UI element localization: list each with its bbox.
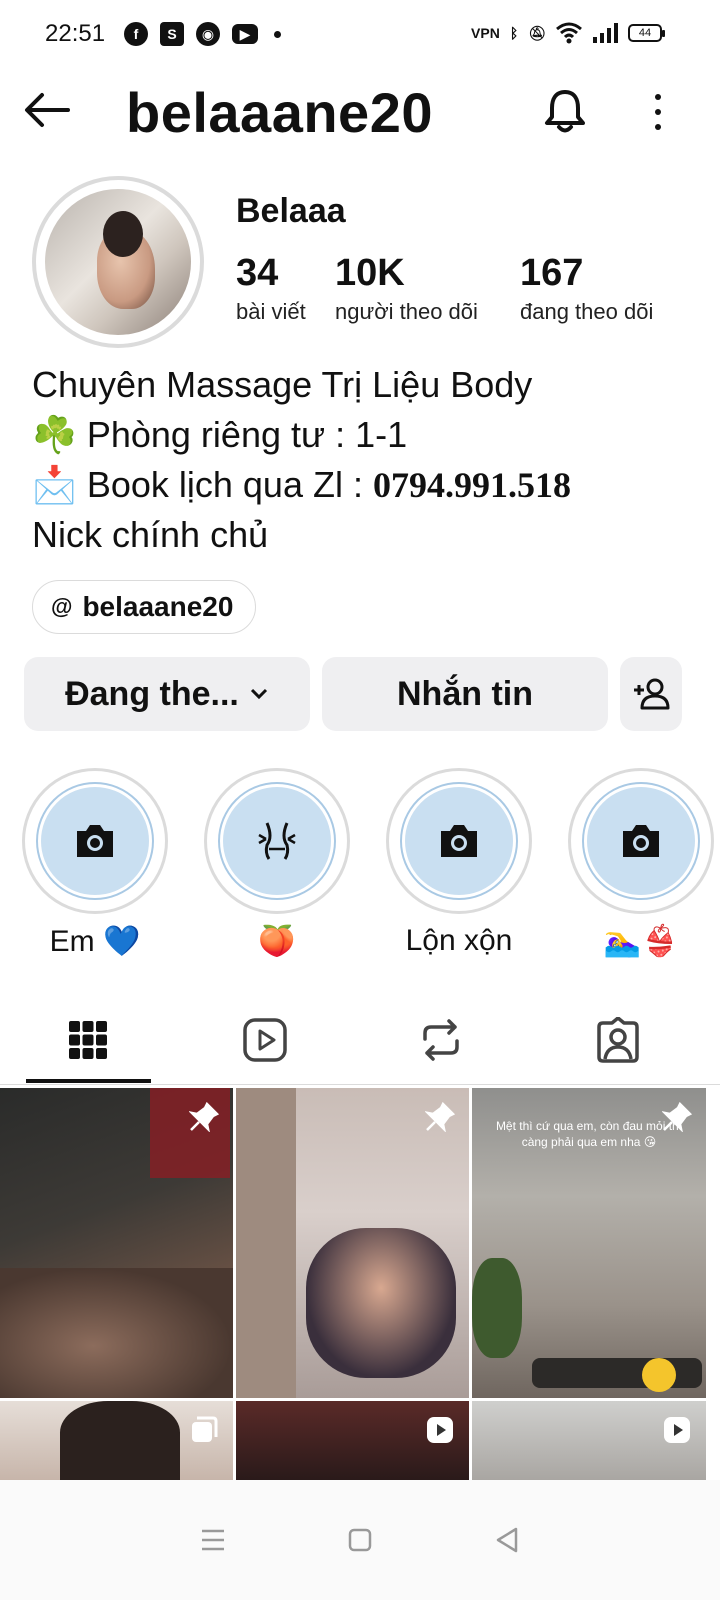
following-label: đang theo dõi — [520, 299, 654, 324]
followers-stat[interactable]: 10K người theo dõi — [335, 252, 478, 325]
inbox-tray-icon: 📩 — [32, 464, 77, 505]
profile-tabs — [0, 1000, 720, 1085]
reel-icon — [660, 1413, 694, 1447]
page-title: belaaane20 — [126, 81, 433, 144]
post-tile-1[interactable] — [0, 1088, 233, 1398]
bio-line-3: 📩 Book lịch qua Zl : 0794.991.518 — [32, 460, 692, 510]
youtube-icon: ▶ — [232, 24, 258, 44]
post-tile-5[interactable] — [236, 1401, 469, 1480]
facebook-icon: f — [124, 22, 148, 46]
post-tile-2[interactable] — [236, 1088, 469, 1398]
tab-tagged[interactable] — [568, 1010, 668, 1070]
signal-icon — [593, 23, 618, 43]
highlight-3[interactable]: Lộn xộn — [386, 768, 532, 958]
pin-icon — [187, 1100, 221, 1134]
camera-icon — [623, 825, 659, 857]
camera-icon — [441, 825, 477, 857]
post-tile-3[interactable]: Mệt thì cứ qua em, còn đau mỏi thì càng … — [472, 1088, 706, 1398]
highlight-label: 🏊‍♀️👙 — [603, 925, 679, 958]
shopping-bag-icon: S — [160, 22, 184, 46]
highlight-4[interactable]: 🏊‍♀️👙 — [568, 768, 714, 959]
shamrock-icon: ☘️ — [32, 414, 77, 455]
carousel-icon — [187, 1413, 221, 1447]
reposts-icon — [423, 1019, 459, 1061]
more-notifications-dot — [274, 30, 281, 38]
highlight-label: 🍑 — [258, 925, 296, 958]
bio-line-3-text: Book lịch qua Zl : — [76, 464, 373, 505]
system-navigation-bar — [0, 1480, 720, 1600]
status-bar: 22:51 f S ◉ ▶ VPN ᛒ 🔕︎ 44 — [0, 0, 720, 70]
battery-icon: 44 — [628, 24, 665, 42]
bluetooth-icon: ᛒ — [509, 25, 519, 41]
threads-link[interactable]: @ belaaane20 — [32, 580, 257, 634]
posts-label: bài viết — [236, 299, 306, 324]
post-tile-4[interactable] — [0, 1401, 233, 1480]
bio: Chuyên Massage Trị Liệu Body ☘️ Phòng ri… — [32, 360, 692, 560]
highlight-1[interactable]: Em 💙 — [22, 768, 168, 959]
reels-icon — [243, 1018, 287, 1062]
system-icons: VPN ᛒ 🔕︎ 44 — [471, 22, 665, 44]
pin-icon — [423, 1100, 457, 1134]
chrome-icon: ◉ — [196, 22, 220, 46]
profile-header: belaaane20 — [0, 70, 720, 150]
avatar[interactable] — [32, 176, 204, 348]
threads-username: belaaane20 — [82, 591, 234, 622]
notification-icons: f S ◉ ▶ — [124, 22, 281, 46]
tab-reels[interactable] — [215, 1010, 315, 1070]
following-stat[interactable]: 167 đang theo dõi — [520, 252, 653, 325]
tab-posts-grid[interactable] — [38, 1010, 138, 1070]
more-options-icon[interactable] — [648, 90, 668, 134]
bio-line-1: Chuyên Massage Trị Liệu Body — [32, 364, 533, 405]
grid-icon — [69, 1021, 107, 1059]
pin-icon — [660, 1100, 694, 1134]
home-icon[interactable] — [340, 1520, 380, 1560]
bio-line-4: Nick chính chủ — [32, 514, 269, 555]
message-button-label: Nhắn tin — [397, 674, 533, 713]
posts-stat[interactable]: 34 bài viết — [236, 252, 306, 325]
back-arrow-icon[interactable] — [22, 90, 72, 130]
highlight-2[interactable]: 🍑 — [204, 768, 350, 959]
display-name: Belaaa — [236, 192, 346, 230]
avatar-photo — [45, 189, 191, 335]
following-count: 167 — [520, 252, 584, 294]
suggested-people-button[interactable] — [620, 657, 682, 731]
following-button[interactable]: Đang the... — [24, 657, 310, 731]
post-tile-6[interactable] — [472, 1401, 706, 1480]
highlight-label: Em 💙 — [49, 925, 141, 958]
waist-icon — [258, 822, 296, 860]
phone-number[interactable]: 0794.991.518 — [373, 465, 571, 505]
tagged-icon — [597, 1017, 639, 1063]
threads-icon: @ — [51, 594, 73, 619]
tab-reposts[interactable] — [391, 1010, 491, 1070]
bio-line-2-text: Phòng riêng tư : 1-1 — [76, 414, 408, 455]
menu-icon[interactable] — [193, 1520, 233, 1560]
add-person-icon — [634, 678, 670, 710]
wifi-icon — [556, 22, 582, 44]
mute-icon: 🔕︎ — [528, 24, 546, 41]
chevron-down-icon — [250, 688, 267, 700]
bell-icon[interactable] — [540, 86, 590, 136]
reel-icon — [423, 1413, 457, 1447]
posts-grid: Mệt thì cứ qua em, còn đau mỏi thì càng … — [0, 1088, 720, 1480]
active-tab-indicator — [26, 1079, 151, 1083]
posts-count: 34 — [236, 252, 279, 294]
bio-line-2: ☘️ Phòng riêng tư : 1-1 — [32, 410, 692, 460]
followers-label: người theo dõi — [335, 299, 478, 324]
message-button[interactable]: Nhắn tin — [322, 657, 608, 731]
camera-icon — [77, 825, 113, 857]
highlight-label: Lộn xộn — [405, 924, 513, 957]
vpn-icon: VPN — [471, 25, 500, 41]
following-button-label: Đang the... — [65, 674, 239, 713]
back-icon[interactable] — [487, 1520, 527, 1560]
status-time: 22:51 — [45, 20, 106, 47]
followers-count: 10K — [335, 252, 405, 294]
